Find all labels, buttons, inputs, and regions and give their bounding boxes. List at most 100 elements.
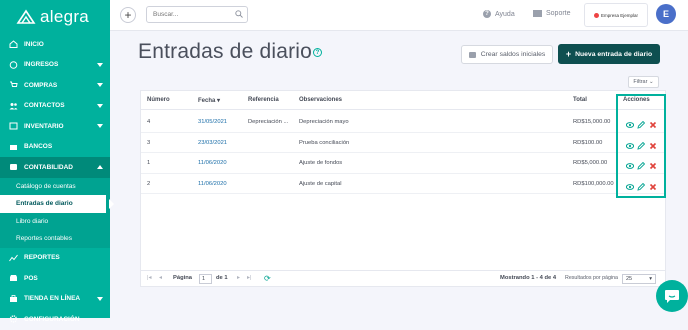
sidebar-subitem-libro[interactable]: Libro diario (0, 213, 110, 231)
logo[interactable]: alegra (0, 0, 110, 34)
cell-total: RD$5,000.00 (573, 160, 608, 166)
sidebar-item-label: CONTABILIDAD (24, 163, 73, 171)
sidebar-item-compras[interactable]: COMPRAS (0, 75, 110, 96)
first-page-icon[interactable]: |◂ (147, 275, 151, 281)
per-page-select[interactable]: 25 ▾ (622, 274, 656, 284)
eye-icon[interactable] (626, 183, 634, 191)
eye-icon[interactable] (626, 142, 634, 150)
inventory-icon (8, 122, 18, 130)
pos-icon (8, 274, 18, 282)
header-referencia[interactable]: Referencia (248, 97, 279, 103)
page-title: Entradas de diario (138, 40, 313, 63)
pagination-bar: |◂ ◂ Página 1 de 1 ▸ ▸| ⟳ Mostrando 1 - … (141, 270, 665, 287)
sidebar-item-inicio[interactable]: INICIO (0, 34, 110, 55)
cell-observaciones: Depreciación mayo (299, 119, 349, 125)
brand-name: alegra (40, 7, 90, 26)
table-row: 2 11/06/2020 Ajuste de capital RD$100,00… (141, 174, 665, 194)
cell-fecha[interactable]: 31/05/2021 (198, 119, 227, 125)
help-label: Ayuda (495, 10, 515, 18)
header-numero[interactable]: Número (147, 97, 170, 103)
sidebar-nav-bottom: REPORTES POS TIENDA EN LÍNEA CONFIGURACI… (0, 248, 110, 330)
search-input[interactable] (146, 6, 248, 23)
quick-add-button[interactable]: + (120, 7, 136, 23)
help-link[interactable]: ? Ayuda (483, 10, 515, 18)
delete-icon[interactable] (649, 142, 657, 150)
create-opening-balances-button[interactable]: Crear saldos iniciales (461, 45, 553, 64)
pencil-icon[interactable] (637, 121, 645, 129)
actions-column-highlight (616, 94, 666, 198)
sidebar-item-reportes[interactable]: REPORTES (0, 248, 110, 269)
last-page-icon[interactable]: ▸| (247, 275, 251, 281)
sidebar-item-configuracion[interactable]: CONFIGURACIÓN (0, 309, 110, 330)
help-icon: ? (483, 10, 491, 18)
cell-observaciones: Ajuste de capital (299, 180, 342, 187)
chevron-down-icon: ▾ (649, 276, 652, 282)
sidebar-item-pos[interactable]: POS (0, 268, 110, 289)
home-icon (8, 40, 18, 49)
pencil-icon[interactable] (637, 182, 645, 191)
header-total[interactable]: Total (573, 97, 587, 103)
delete-icon[interactable] (649, 183, 657, 191)
pencil-icon[interactable] (637, 141, 645, 150)
chevron-down-icon (97, 83, 103, 88)
chat-button[interactable] (656, 280, 688, 312)
cell-fecha[interactable]: 11/06/2020 (198, 181, 227, 187)
sort-desc-icon: ▾ (217, 98, 221, 104)
sidebar-item-inventario[interactable]: INVENTARIO (0, 116, 110, 137)
prev-page-icon[interactable]: ◂ (159, 275, 162, 281)
page-number-input[interactable]: 1 (199, 274, 212, 284)
header-fecha-label: Fecha (198, 98, 216, 104)
sidebar-subitem-catalogo[interactable]: Catálogo de cuentas (0, 178, 110, 196)
sidebar-subitem-reportes-contables[interactable]: Reportes contables (0, 230, 110, 248)
sidebar-item-label: INVENTARIO (24, 122, 64, 130)
sidebar-item-contactos[interactable]: CONTACTOS (0, 96, 110, 117)
new-journal-entry-label: Nueva entrada de diario (575, 50, 653, 58)
cell-total: RD$15,000.00 (573, 119, 611, 125)
cell-total: RD$100.00 (573, 139, 603, 146)
sidebar-item-label: BANCOS (24, 143, 53, 151)
sidebar: alegra INICIO INGRESOS COMPRAS CONTACTOS… (0, 0, 114, 323)
eye-icon[interactable] (626, 121, 634, 129)
sidebar-item-label: INGRESOS (24, 61, 59, 69)
sidebar-item-tienda[interactable]: TIENDA EN LÍNEA (0, 289, 110, 310)
bank-icon (8, 143, 18, 151)
company-mark-icon (593, 12, 599, 18)
journal-entries-table: Número Fecha ▾ Referencia Observaciones … (140, 90, 666, 287)
delete-icon[interactable] (649, 162, 657, 170)
eye-icon[interactable] (626, 162, 634, 170)
next-page-icon[interactable]: ▸ (237, 275, 240, 281)
cell-observaciones: Ajuste de fondos (299, 160, 343, 166)
table-row: 4 31/05/2021 Depreciación ... Depreciaci… (141, 112, 665, 133)
cell-total: RD$100,000.00 (573, 180, 614, 187)
sidebar-item-contabilidad[interactable]: CONTABILIDAD (0, 157, 110, 178)
sidebar-item-label: REPORTES (24, 254, 60, 262)
header-fecha[interactable]: Fecha ▾ (198, 97, 220, 104)
cell-observaciones: Prueba conciliación (299, 139, 350, 146)
sidebar-item-ingresos[interactable]: INGRESOS (0, 55, 110, 76)
cart-icon (8, 81, 18, 89)
create-opening-balances-label: Crear saldos iniciales (480, 51, 546, 58)
cell-fecha[interactable]: 11/06/2020 (198, 160, 227, 166)
cell-numero: 1 (147, 160, 151, 166)
sidebar-subitem-entradas[interactable]: Entradas de diario (0, 195, 114, 213)
support-label: Soporte (546, 10, 571, 17)
cell-fecha[interactable]: 23/03/2021 (198, 140, 227, 146)
header-observaciones[interactable]: Observaciones (299, 97, 342, 103)
company-logo[interactable]: Empresa Ejemplar (584, 3, 648, 27)
sidebar-item-bancos[interactable]: BANCOS (0, 137, 110, 158)
filter-button[interactable]: Filtrar ⌄ (628, 76, 659, 88)
sidebar-nav: INICIO INGRESOS COMPRAS CONTACTOS INVENT… (0, 34, 110, 178)
help-circle-icon[interactable]: ? (313, 48, 322, 57)
search-icon[interactable] (235, 10, 243, 18)
refresh-icon[interactable]: ⟳ (264, 274, 271, 283)
support-link[interactable]: Soporte (533, 10, 571, 17)
alegra-leaf-icon (16, 9, 36, 24)
delete-icon[interactable] (649, 121, 657, 129)
pencil-icon[interactable] (637, 162, 645, 170)
gear-icon (8, 315, 18, 323)
sidebar-submenu: Catálogo de cuentas Entradas de diario L… (0, 177, 114, 248)
chevron-down-icon (97, 103, 103, 108)
avatar[interactable]: E (656, 4, 676, 24)
new-journal-entry-button[interactable]: + Nueva entrada de diario (558, 44, 660, 64)
filter-label: Filtrar (633, 79, 648, 85)
